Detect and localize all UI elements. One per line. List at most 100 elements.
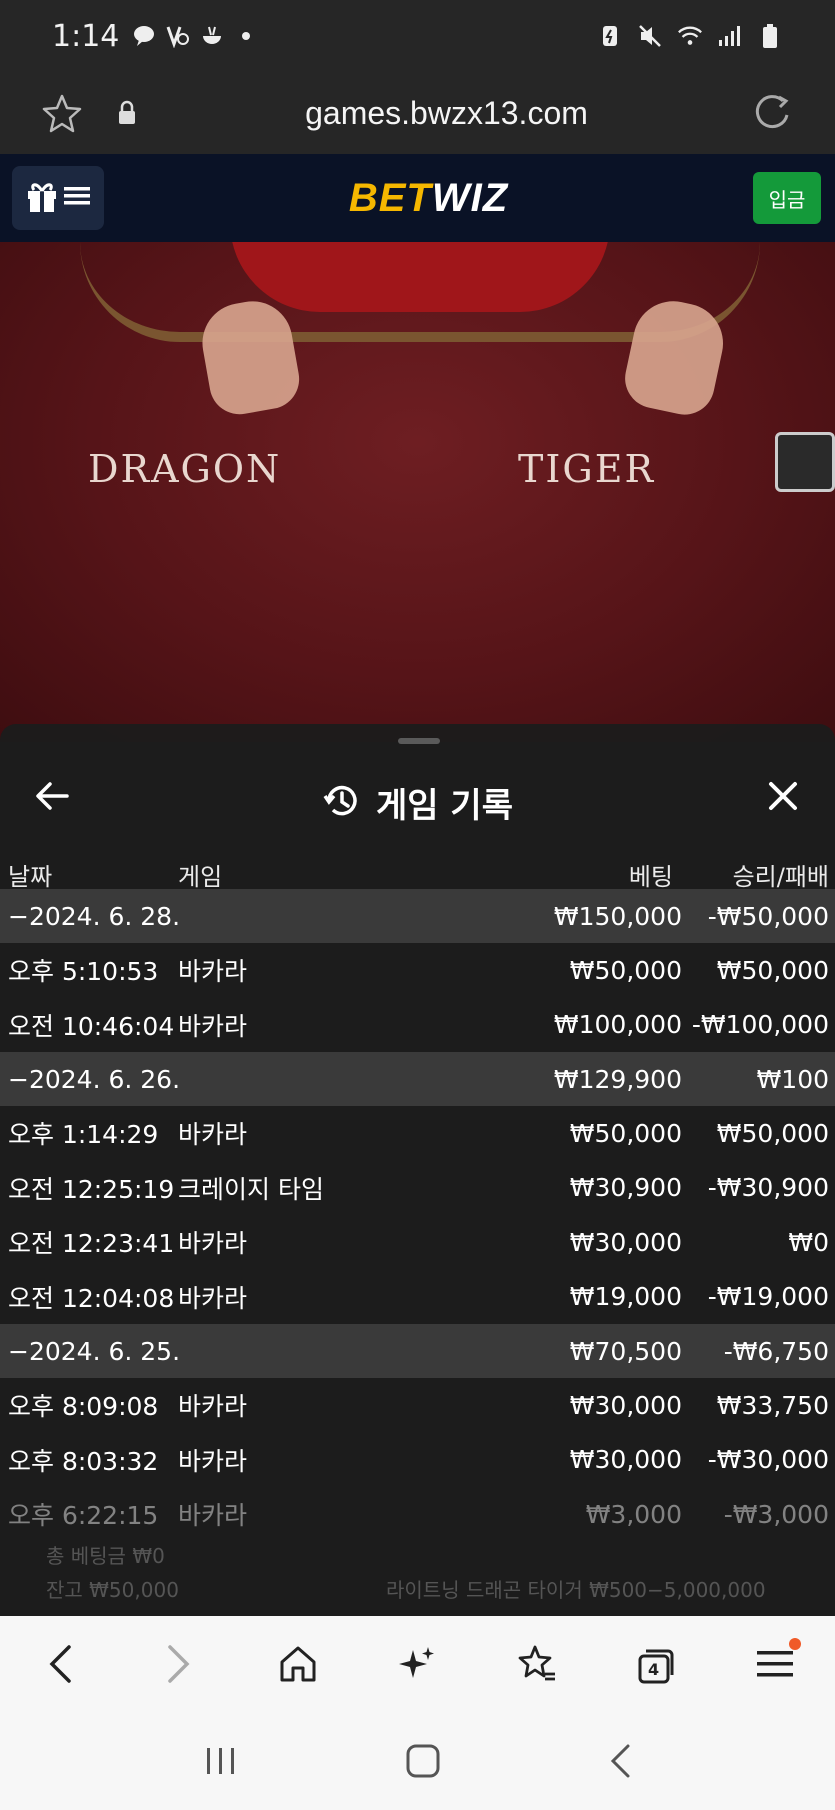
forward-nav-button[interactable] xyxy=(149,1636,209,1696)
reload-icon[interactable] xyxy=(751,91,795,135)
home-nav-button[interactable] xyxy=(268,1636,328,1696)
row-game: 바카라 xyxy=(178,1283,248,1313)
date-group-row[interactable]: −2024. 6. 28. ₩150,000 -₩50,000 xyxy=(0,889,835,943)
chat-notification-icon xyxy=(131,23,157,49)
row-winloss: ₩50,000 xyxy=(716,1118,829,1148)
game-history-sheet: 게임 기록 날짜 게임 베팅 승리/패배 −2024. 6. 28. ₩150,… xyxy=(0,724,835,1616)
mute-icon xyxy=(637,23,663,49)
row-time: 오후 8:03:32 xyxy=(8,1446,159,1476)
tabs-icon: 4 xyxy=(636,1646,676,1686)
row-winloss: -₩3,000 xyxy=(723,1499,829,1529)
row-winloss: ₩33,750 xyxy=(716,1390,829,1420)
sheet-header: 게임 기록 xyxy=(0,758,835,844)
app-notification-icon xyxy=(165,23,191,49)
food-notification-icon xyxy=(199,23,225,49)
row-winloss: ₩100 xyxy=(756,1064,829,1094)
ai-assistant-button[interactable] xyxy=(387,1636,447,1696)
row-winloss: ₩0 xyxy=(788,1227,829,1257)
menu-icon xyxy=(757,1648,794,1684)
tiger-label: TIGER xyxy=(518,447,656,491)
system-status-icons xyxy=(597,23,783,49)
row-winloss: ₩50,000 xyxy=(716,955,829,985)
battery-icon xyxy=(757,23,783,49)
logo-bet: BET xyxy=(348,175,432,220)
row-game: 바카라 xyxy=(178,957,248,987)
live-game-video: DRAGON TIGER xyxy=(0,242,835,742)
row-game: 바카라 xyxy=(178,1501,248,1531)
row-bet: ₩150,000 xyxy=(553,901,682,931)
logo-wiz: WIZ xyxy=(431,175,509,220)
table-row[interactable]: 오전 10:46:04 바카라 ₩100,000 -₩100,000 xyxy=(0,998,835,1053)
url-text[interactable]: games.bwzx13.com xyxy=(142,95,751,132)
wifi-icon xyxy=(677,23,703,49)
table-row[interactable]: 오전 12:23:41 바카라 ₩30,000 ₩0 xyxy=(0,1215,835,1270)
row-bet: ₩30,000 xyxy=(569,1390,682,1420)
status-bar: 1:14 xyxy=(0,0,835,72)
row-game: 크레이지 타임 xyxy=(178,1174,324,1204)
gift-menu-button[interactable] xyxy=(12,166,104,230)
row-game: 바카라 xyxy=(178,1392,248,1422)
balance-text: 잔고 ₩50,000 xyxy=(46,1578,179,1602)
tabs-button[interactable]: 4 xyxy=(626,1636,686,1696)
row-game: 바카라 xyxy=(178,1229,248,1259)
row-time: 오후 8:09:08 xyxy=(8,1392,159,1422)
browser-bottom-nav: 4 xyxy=(0,1616,835,1716)
column-header-game: 게임 xyxy=(178,862,223,891)
row-game: 바카라 xyxy=(178,1120,248,1150)
row-bet: ₩30,900 xyxy=(569,1173,682,1203)
row-time: 오전 12:23:41 xyxy=(8,1229,175,1259)
row-bet: ₩70,500 xyxy=(569,1336,682,1366)
row-date: −2024. 6. 28. xyxy=(8,901,181,931)
row-winloss: -₩50,000 xyxy=(707,901,829,931)
row-bet: ₩30,000 xyxy=(569,1227,682,1257)
sheet-footer: 총 베팅금 ₩0 잔고 ₩50,000 라이트닝 드래곤 타이거 ₩500−5,… xyxy=(0,1534,835,1616)
bookmark-star-icon[interactable] xyxy=(40,91,84,135)
close-icon xyxy=(768,781,798,815)
back-nav-button[interactable] xyxy=(30,1636,90,1696)
row-date: −2024. 6. 26. xyxy=(8,1064,181,1094)
date-group-row[interactable]: −2024. 6. 26. ₩129,900 ₩100 xyxy=(0,1052,835,1106)
back-system-icon[interactable] xyxy=(608,1743,632,1783)
column-header-winloss: 승리/패배 xyxy=(732,862,829,891)
total-bet-text: 총 베팅금 ₩0 xyxy=(46,1544,165,1568)
bookmarks-button[interactable] xyxy=(507,1636,567,1696)
table-row[interactable]: 오후 8:03:32 바카라 ₩30,000 -₩30,000 xyxy=(0,1433,835,1488)
row-bet: ₩30,000 xyxy=(569,1445,682,1475)
deposit-button[interactable]: 입금 xyxy=(753,172,821,224)
dragon-label: DRAGON xyxy=(88,447,282,491)
recent-apps-icon[interactable] xyxy=(204,1746,238,1780)
chevron-right-icon xyxy=(166,1644,192,1688)
column-header-date: 날짜 xyxy=(8,862,53,891)
menu-nav-button[interactable] xyxy=(745,1636,805,1696)
row-winloss: -₩100,000 xyxy=(691,1010,829,1040)
row-winloss: -₩30,000 xyxy=(707,1445,829,1475)
hamburger-icon xyxy=(64,185,90,211)
home-system-icon[interactable] xyxy=(405,1743,441,1783)
sheet-title: 게임 기록 xyxy=(376,786,513,826)
row-game: 바카라 xyxy=(178,1011,248,1041)
table-limits-text: 라이트닝 드래곤 타이거 ₩500−5,000,000 xyxy=(386,1578,766,1602)
browser-url-bar: games.bwzx13.com xyxy=(0,72,835,154)
table-row[interactable]: 오후 8:09:08 바카라 ₩30,000 ₩33,750 xyxy=(0,1378,835,1433)
sheet-drag-handle[interactable] xyxy=(398,738,440,744)
column-header-bet: 베팅 xyxy=(628,862,673,891)
row-bet: ₩50,000 xyxy=(569,955,682,985)
table-row[interactable]: 오후 5:10:53 바카라 ₩50,000 ₩50,000 xyxy=(0,943,835,998)
lock-icon xyxy=(112,98,142,128)
more-notifications-dot-icon xyxy=(233,23,259,49)
row-bet: ₩100,000 xyxy=(553,1010,682,1040)
date-group-row[interactable]: −2024. 6. 25. ₩70,500 -₩6,750 xyxy=(0,1324,835,1378)
table-row[interactable]: 오전 12:04:08 바카라 ₩19,000 -₩19,000 xyxy=(0,1270,835,1325)
history-rows: −2024. 6. 28. ₩150,000 -₩50,000 오후 5:10:… xyxy=(0,889,835,1542)
table-row[interactable]: 오후 1:14:29 바카라 ₩50,000 ₩50,000 xyxy=(0,1106,835,1161)
signal-icon xyxy=(717,23,743,49)
row-time: 오후 6:22:15 xyxy=(8,1501,159,1531)
row-bet: ₩50,000 xyxy=(569,1118,682,1148)
row-bet: ₩129,900 xyxy=(553,1064,682,1094)
site-header: BETWIZ 입금 xyxy=(0,154,835,242)
close-button[interactable] xyxy=(761,776,805,820)
row-winloss: -₩19,000 xyxy=(707,1282,829,1312)
table-row[interactable]: 오전 12:25:19 크레이지 타임 ₩30,900 -₩30,900 xyxy=(0,1161,835,1216)
betwiz-logo[interactable]: BETWIZ xyxy=(104,176,753,221)
sparkle-icon xyxy=(397,1644,437,1688)
